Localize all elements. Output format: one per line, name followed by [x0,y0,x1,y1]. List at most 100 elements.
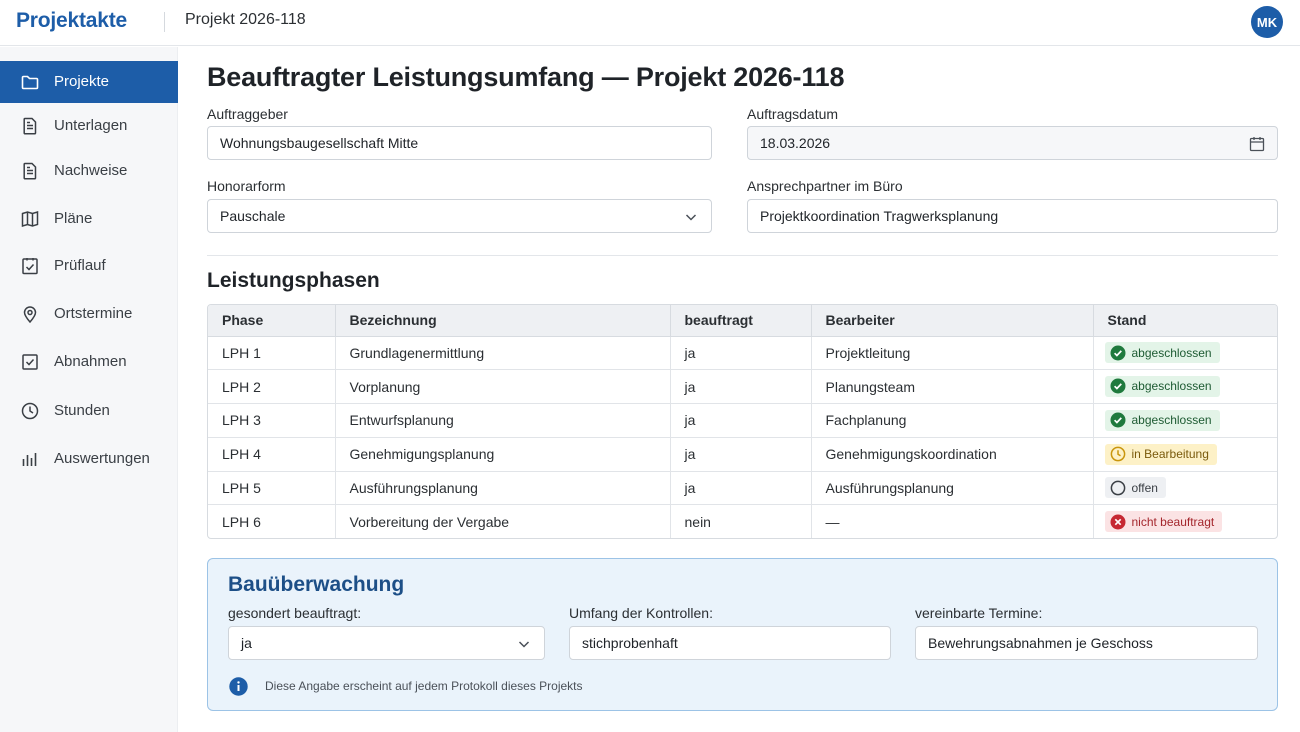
cell-stand: abgeschlossen [1093,336,1277,371]
project-breadcrumb[interactable]: Projekt 2026-118 [185,11,306,29]
cell-beauftragt: ja [670,369,812,405]
top-bar: Projektakte Projekt 2026-118 MK [0,0,1300,46]
cell-stand: offen [1093,471,1277,506]
sidebar-item-abnahmen[interactable]: Abnahmen [0,341,178,383]
umfang-value: stichprobenhaft [582,635,678,651]
chevron-down-icon [682,208,700,226]
sidebar-item-nachweise[interactable]: Nachweise [0,150,178,192]
column-header-stand[interactable]: Stand [1093,305,1277,337]
sidebar-item-label: Pläne [54,210,93,227]
cell-stand: abgeschlossen [1093,369,1277,405]
user-avatar[interactable]: MK [1251,6,1283,38]
gesondert-value: ja [241,635,252,651]
cell-bearbeiter: Projektleitung [811,336,1094,371]
sidebar-item-prueflauf[interactable]: Prüflauf [0,245,178,287]
cell-phase: LPH 6 [208,504,336,538]
status-label: abgeschlossen [1131,379,1212,394]
table-row[interactable]: LPH 6 Vorbereitung der Vergabe nein — ni… [208,504,1277,538]
map-icon [20,209,40,229]
table-header-row: Phase Bezeichnung beauftragt Bearbeiter … [208,305,1277,337]
table-row[interactable]: LPH 3 Entwurfsplanung ja Fachplanung abg… [208,403,1277,438]
cell-phase: LPH 5 [208,471,336,506]
honorarform-label: Honorarform [207,178,286,194]
honorarform-select[interactable]: Pauschale [207,199,712,233]
sidebar-item-stunden[interactable]: Stunden [0,390,178,432]
status-badge: in Bearbeitung [1104,443,1217,465]
sidebar-item-label: Auswertungen [54,450,150,467]
bar-chart-icon [20,449,40,469]
status-label: abgeschlossen [1131,413,1212,428]
sidebar-item-unterlagen[interactable]: Unterlagen [0,105,178,147]
sidebar-item-plaene[interactable]: Pläne [0,198,178,240]
column-header-beauftragt[interactable]: beauftragt [670,305,812,337]
check-circle-icon [1110,345,1125,361]
status-badge: nicht beauftragt [1104,511,1223,533]
cell-bezeichnung: Vorbereitung der Vergabe [335,504,671,538]
gesondert-select[interactable]: ja [228,626,545,660]
calendar-icon[interactable] [1248,135,1266,153]
umfang-field[interactable]: stichprobenhaft [569,626,891,660]
sidebar-item-auswertungen[interactable]: Auswertungen [0,438,178,480]
cell-bezeichnung: Ausführungsplanung [335,471,671,506]
document-icon [20,161,40,181]
app-brand[interactable]: Projektakte [16,9,127,33]
table-row[interactable]: LPH 2 Vorplanung ja Planungsteam abgesch… [208,369,1277,405]
section-divider [207,255,1278,256]
status-badge: offen [1104,477,1166,499]
clock-icon [20,401,40,421]
cell-bezeichnung: Entwurfsplanung [335,403,671,438]
gesondert-label: gesondert beauftragt: [228,605,362,621]
auftraggeber-label: Auftraggeber [207,106,288,122]
cell-bearbeiter: — [811,504,1094,538]
table-row[interactable]: LPH 4 Genehmigungsplanung ja Genehmigung… [208,437,1277,472]
folder-icon [20,72,40,92]
status-badge: abgeschlossen [1104,342,1220,364]
cell-phase: LPH 4 [208,437,336,472]
sidebar: Projekte Unterlagen Nachweise Pläne Prüf… [0,47,178,732]
cell-bearbeiter: Ausführungsplanung [811,471,1094,506]
sidebar-item-label: Prüflauf [54,257,106,274]
ansprechpartner-field[interactable]: Projektkoordination Tragwerksplanung [747,199,1278,233]
termine-value: Bewehrungsabnahmen je Geschoss [928,635,1153,651]
status-label: offen [1131,480,1158,495]
sidebar-item-label: Unterlagen [54,117,128,134]
honorarform-value: Pauschale [220,208,286,224]
auftragsdatum-field[interactable]: 18.03.2026 [747,126,1278,160]
cell-beauftragt: ja [670,437,812,472]
table-row[interactable]: LPH 5 Ausführungsplanung ja Ausführungsp… [208,471,1277,506]
clock-icon [1110,446,1125,462]
cell-phase: LPH 3 [208,403,336,438]
auftragsdatum-value: 18.03.2026 [760,135,831,151]
status-label: in Bearbeitung [1131,447,1209,462]
empty-circle-icon [1110,480,1125,496]
sidebar-item-label: Ortstermine [54,305,133,322]
sidebar-item-projekte[interactable]: Projekte [0,61,178,103]
cell-beauftragt: nein [670,504,812,538]
cell-stand: nicht beauftragt [1093,505,1277,538]
termine-label: vereinbarte Termine: [915,605,1043,621]
cell-bearbeiter: Genehmigungskoordination [811,437,1094,472]
info-note: Diese Angabe erscheint auf jedem Protoko… [265,679,583,693]
checklist-icon [20,256,40,276]
cell-bearbeiter: Planungsteam [811,369,1094,405]
leistungsphasen-table: Phase Bezeichnung beauftragt Bearbeiter … [207,304,1278,539]
cell-bearbeiter: Fachplanung [811,403,1094,438]
column-header-phase[interactable]: Phase [208,305,336,337]
sidebar-item-ortstermine[interactable]: Ortstermine [0,293,178,335]
column-header-bearbeiter[interactable]: Bearbeiter [811,305,1094,337]
location-pin-icon [20,304,40,324]
table-row[interactable]: LPH 1 Grundlagenermittlung ja Projektlei… [208,336,1277,371]
ansprechpartner-value: Projektkoordination Tragwerksplanung [760,208,999,224]
status-badge: abgeschlossen [1104,375,1220,397]
termine-field[interactable]: Bewehrungsabnahmen je Geschoss [915,626,1258,660]
page-title: Beauftragter Leistungsumfang — Projekt 2… [207,62,845,92]
status-label: abgeschlossen [1131,345,1212,360]
check-circle-icon [1110,378,1125,394]
column-header-bezeichnung[interactable]: Bezeichnung [335,305,671,337]
cell-beauftragt: ja [670,403,812,438]
checkbox-icon [20,352,40,372]
cell-stand: in Bearbeitung [1093,437,1277,472]
auftraggeber-field[interactable]: Wohnungsbaugesellschaft Mitte [207,126,712,160]
auftragsdatum-label: Auftragsdatum [747,106,839,122]
bauueberwachung-title: Bauüberwachung [228,573,405,596]
